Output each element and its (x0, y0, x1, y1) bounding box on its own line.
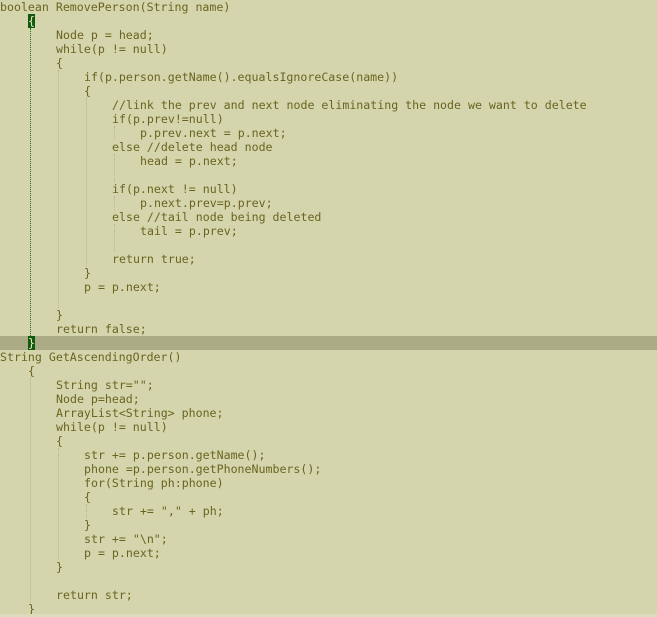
code-text: while(p != null) (56, 42, 168, 56)
code-text: if(p.person.getName().equalsIgnoreCase(n… (84, 70, 399, 84)
code-line[interactable]: { (0, 84, 657, 98)
code-line[interactable]: if(p.next != null) (0, 182, 657, 196)
indent-guide (114, 126, 115, 140)
code-line[interactable]: ArrayList<String> phone; (0, 406, 657, 420)
code-text: { (84, 490, 91, 504)
code-line[interactable]: head = p.next; (0, 154, 657, 168)
code-text: str += p.person.getName(); (84, 448, 266, 462)
code-line[interactable]: if(p.person.getName().equalsIgnoreCase(n… (0, 70, 657, 84)
code-text: return str; (56, 588, 133, 602)
code-text: ArrayList<String> phone; (56, 406, 224, 420)
code-text: { (56, 56, 63, 70)
code-text: if(p.next != null) (112, 182, 238, 196)
code-text: else //delete head node (112, 140, 273, 154)
code-line[interactable]: p = p.next; (0, 280, 657, 294)
code-text: p.prev.next = p.next; (140, 126, 287, 140)
code-text: str += "\n"; (84, 532, 168, 546)
code-text: //link the prev and next node eliminatin… (112, 98, 587, 112)
code-line[interactable]: } (0, 308, 657, 322)
code-line[interactable]: for(String ph:phone) (0, 476, 657, 490)
code-line[interactable]: } (0, 518, 657, 532)
code-text: { (84, 84, 91, 98)
code-line[interactable]: return false; (0, 322, 657, 336)
indent-guide (86, 98, 87, 266)
code-text: Node p=head; (56, 392, 140, 406)
code-line[interactable] (0, 574, 657, 588)
code-text: str += "," + ph; (112, 504, 224, 518)
code-line[interactable]: tail = p.prev; (0, 224, 657, 238)
code-text: phone =p.person.getPhoneNumbers(); (84, 462, 322, 476)
code-editor[interactable]: boolean RemovePerson(String name){Node p… (0, 0, 657, 617)
code-line[interactable]: } (0, 266, 657, 280)
code-line[interactable]: else //delete head node (0, 140, 657, 154)
code-line[interactable]: phone =p.person.getPhoneNumbers(); (0, 462, 657, 476)
indent-guide (30, 28, 31, 336)
code-text: Node p = head; (56, 28, 154, 42)
code-line[interactable]: String GetAscendingOrder() (0, 350, 657, 364)
code-line[interactable]: while(p != null) (0, 42, 657, 56)
code-line[interactable] (0, 168, 657, 182)
current-code-line[interactable]: } (0, 336, 657, 350)
indent-guide (114, 154, 115, 182)
code-line[interactable]: return str; (0, 588, 657, 602)
code-text: p.next.prev=p.prev; (140, 196, 273, 210)
code-line[interactable]: p = p.next; (0, 546, 657, 560)
code-text: p = p.next; (84, 280, 161, 294)
code-text: p = p.next; (84, 546, 161, 560)
code-line[interactable]: Node p=head; (0, 392, 657, 406)
code-line[interactable]: boolean RemovePerson(String name) (0, 0, 657, 14)
code-text: else //tail node being deleted (112, 210, 322, 224)
code-text: return false; (56, 322, 147, 336)
code-line[interactable]: //link the prev and next node eliminatin… (0, 98, 657, 112)
code-line[interactable]: { (0, 364, 657, 378)
code-text: } (84, 518, 91, 532)
code-line[interactable]: return true; (0, 252, 657, 266)
code-text: if(p.prev!=null) (112, 112, 224, 126)
code-text: } (56, 308, 63, 322)
code-text: tail = p.prev; (140, 224, 238, 238)
code-line[interactable]: str += p.person.getName(); (0, 448, 657, 462)
code-text: { (56, 434, 63, 448)
matched-brace: } (28, 336, 35, 350)
code-text: while(p != null) (56, 420, 168, 434)
code-text: } (84, 266, 91, 280)
code-line[interactable]: { (0, 14, 657, 28)
indent-guide (86, 504, 87, 518)
code-line[interactable]: { (0, 490, 657, 504)
code-text: boolean RemovePerson(String name) (0, 0, 231, 14)
code-line[interactable]: Node p = head; (0, 28, 657, 42)
code-text: return true; (112, 252, 196, 266)
code-text: { (28, 364, 35, 378)
code-text: String str=""; (56, 378, 154, 392)
indent-guide (30, 378, 31, 602)
code-line[interactable]: else //tail node being deleted (0, 210, 657, 224)
code-line[interactable]: if(p.prev!=null) (0, 112, 657, 126)
indent-guide (114, 196, 115, 210)
code-line[interactable]: p.next.prev=p.prev; (0, 196, 657, 210)
indent-guide (58, 448, 59, 560)
code-line[interactable]: while(p != null) (0, 420, 657, 434)
code-line[interactable]: { (0, 434, 657, 448)
code-line[interactable]: String str=""; (0, 378, 657, 392)
code-text: } (56, 560, 63, 574)
matched-brace: { (28, 14, 35, 28)
code-line[interactable]: str += "\n"; (0, 532, 657, 546)
code-line[interactable] (0, 238, 657, 252)
code-line[interactable] (0, 294, 657, 308)
code-text: String GetAscendingOrder() (0, 350, 182, 364)
code-line[interactable]: { (0, 56, 657, 70)
indent-guide (114, 224, 115, 252)
code-line[interactable]: str += "," + ph; (0, 504, 657, 518)
code-text: for(String ph:phone) (84, 476, 224, 490)
code-line[interactable]: } (0, 560, 657, 574)
indent-guide (58, 70, 59, 308)
code-text: head = p.next; (140, 154, 238, 168)
code-line[interactable]: p.prev.next = p.next; (0, 126, 657, 140)
